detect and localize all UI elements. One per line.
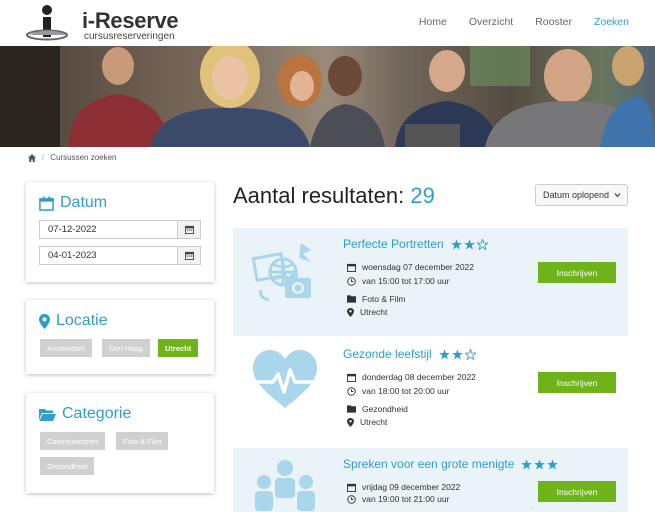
logo[interactable]: i-Reserve cursusreserveringen	[26, 4, 179, 42]
breadcrumb-separator: /	[42, 153, 45, 162]
audience-icon	[255, 460, 315, 511]
date-from-field[interactable]: 07-12-2022	[39, 220, 201, 239]
map-marker-icon	[347, 417, 354, 427]
logo-mark-icon	[26, 5, 68, 41]
calendar-icon	[347, 483, 356, 492]
category-tag-gezondheid[interactable]: Gezondheid	[40, 457, 95, 475]
category-tag-communiceren[interactable]: Communiceren	[40, 432, 105, 450]
course-category: Foto & Film	[362, 294, 406, 304]
site-header: i-Reserve cursusreserveringen Home Overz…	[0, 0, 655, 46]
star-empty-icon	[464, 348, 476, 360]
calendar-icon	[184, 251, 194, 260]
course-title[interactable]: Spreken voor een grote menigte	[343, 457, 514, 471]
breadcrumb: / Cursussen zoeken	[28, 153, 117, 162]
locatie-title: Locatie	[39, 312, 108, 330]
folder-icon	[347, 295, 356, 303]
map-marker-icon	[39, 313, 50, 329]
enroll-button[interactable]: Inschrijven	[538, 481, 616, 502]
calendar-picker-button[interactable]	[177, 221, 200, 238]
star-empty-icon	[476, 238, 488, 250]
map-marker-icon	[347, 307, 354, 317]
course-rating	[521, 458, 559, 470]
nav-home[interactable]: Home	[419, 16, 447, 28]
course-rating	[450, 238, 488, 250]
enroll-button[interactable]: Inschrijven	[538, 262, 616, 283]
star-filled-icon	[450, 238, 462, 249]
datum-panel: Datum 07-12-2022 04-01-2023	[26, 182, 214, 282]
brand-subtitle: cursusreserveringen	[84, 31, 175, 42]
categorie-panel: Categorie Communiceren Foto & Film Gezon…	[26, 393, 214, 493]
calendar-picker-button[interactable]	[177, 247, 200, 264]
course-time: van 19:00 tot 21:00 uur	[362, 494, 450, 504]
course-time: van 18:00 tot 20:00 uur	[362, 386, 450, 396]
nav-overzicht[interactable]: Overzicht	[469, 16, 513, 28]
star-filled-icon	[438, 348, 450, 359]
calendar-icon	[347, 373, 356, 382]
course-title[interactable]: Perfecte Portretten	[343, 237, 444, 251]
star-filled-icon	[451, 348, 463, 359]
folder-icon	[347, 405, 356, 413]
star-filled-icon	[547, 458, 559, 469]
course-date: woensdag 07 december 2022	[362, 262, 474, 272]
heartbeat-icon	[253, 350, 317, 408]
course-date: donderdag 08 december 2022	[362, 372, 476, 382]
location-tag-utrecht[interactable]: Utrecht	[158, 339, 199, 357]
course-location: Utrecht	[360, 417, 388, 427]
course-location: Utrecht	[360, 307, 388, 317]
course-card: Gezonde leefstijl donderdag 08 december …	[233, 338, 628, 446]
hero-image	[0, 46, 655, 147]
category-tag-foto-film[interactable]: Foto & Film	[116, 432, 169, 450]
star-filled-icon	[534, 458, 546, 469]
results-count: Aantal resultaten: 29	[233, 183, 435, 208]
nav-zoeken[interactable]: Zoeken	[594, 16, 629, 28]
home-icon[interactable]	[28, 153, 36, 162]
star-filled-icon	[463, 238, 475, 249]
enroll-button[interactable]: Inschrijven	[538, 372, 616, 393]
results-count-number: 29	[410, 183, 435, 208]
course-card: Perfecte Portretten woensdag 07 december…	[233, 228, 628, 336]
main-nav: Home Overzicht Rooster Zoeken	[419, 16, 629, 28]
calendar-icon	[347, 263, 356, 272]
photo-camera-icon	[251, 243, 311, 302]
clock-icon	[347, 494, 356, 504]
location-tag-amsterdam[interactable]: Amsterdam	[40, 339, 93, 357]
date-to-field[interactable]: 04-01-2023	[39, 246, 201, 265]
nav-rooster[interactable]: Rooster	[535, 16, 572, 28]
course-rating	[438, 348, 476, 360]
categorie-title: Categorie	[39, 405, 131, 423]
folder-open-icon	[39, 408, 56, 421]
star-filled-icon	[521, 458, 533, 469]
datum-title: Datum	[39, 194, 107, 212]
course-card: Spreken voor een grote menigte vrijdag 0…	[233, 448, 628, 512]
clock-icon	[347, 276, 356, 286]
chevron-down-icon	[614, 193, 621, 198]
breadcrumb-current: Cursussen zoeken	[50, 153, 117, 162]
course-date: vrijdag 09 december 2022	[362, 482, 461, 492]
sort-select[interactable]: Datum oplopend	[535, 184, 628, 206]
course-time: van 15:00 tot 17:00 uur	[362, 276, 450, 286]
calendar-icon	[184, 225, 194, 234]
locatie-panel: Locatie Amsterdam Den Haag Utrecht	[26, 300, 214, 374]
students-photo	[0, 46, 655, 147]
course-category: Gezondheid	[362, 404, 408, 414]
calendar-icon	[39, 195, 54, 211]
location-tag-den-haag[interactable]: Den Haag	[102, 339, 150, 357]
course-title[interactable]: Gezonde leefstijl	[343, 347, 432, 361]
clock-icon	[347, 386, 356, 396]
